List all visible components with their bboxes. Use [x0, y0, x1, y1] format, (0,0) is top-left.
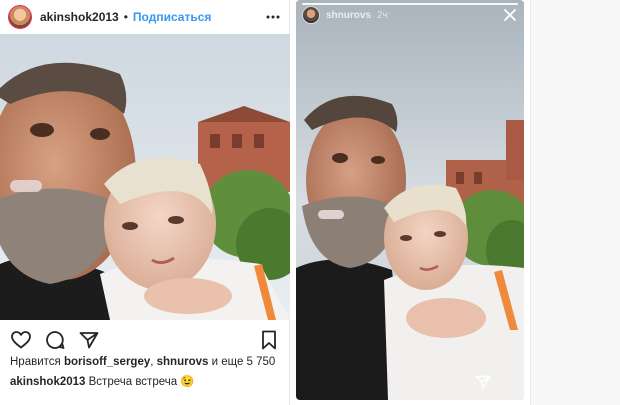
likes-count[interactable]: и еще 5 750 [212, 356, 276, 368]
more-dots-icon[interactable] [264, 8, 282, 26]
send-icon[interactable] [474, 373, 492, 391]
likes-summary: Нравится borisoff_sergey, shnurovs и еще… [10, 356, 285, 372]
wink-emoji: 😉 [180, 376, 195, 388]
caption-text: Встреча встреча [88, 376, 178, 388]
post-username[interactable]: akinshok2013 [40, 10, 119, 24]
story-viewer[interactable]: shnurovs 2ч [296, 0, 524, 400]
likes-prefix: Нравится [10, 356, 61, 368]
feed-post: akinshok2013 • Подписаться Нравится bori… [0, 0, 290, 405]
heart-icon[interactable] [10, 329, 32, 351]
send-icon[interactable] [78, 329, 100, 351]
post-action-bar [0, 326, 290, 354]
story-timestamp: 2ч [377, 9, 388, 21]
avatar[interactable] [302, 6, 320, 24]
side-panel [530, 0, 620, 405]
story-photo [296, 0, 524, 400]
close-icon[interactable] [502, 7, 518, 23]
likes-separator: , [150, 356, 154, 368]
caption-username[interactable]: akinshok2013 [10, 376, 85, 388]
separator-dot: • [123, 10, 128, 24]
selfie-photo [0, 34, 290, 320]
post-header: akinshok2013 • Подписаться [0, 0, 290, 34]
story-username[interactable]: shnurovs [326, 10, 371, 21]
avatar[interactable] [8, 5, 32, 29]
post-photo[interactable] [0, 34, 290, 320]
post-caption: akinshok2013 Встреча встреча 😉 [10, 374, 285, 390]
comment-icon[interactable] [44, 329, 66, 351]
liker-link[interactable]: shnurovs [157, 356, 209, 368]
story-header: shnurovs 2ч [302, 4, 518, 26]
bookmark-icon[interactable] [258, 329, 280, 351]
follow-button[interactable]: Подписаться [133, 10, 211, 24]
liker-link[interactable]: borisoff_sergey [64, 356, 150, 368]
